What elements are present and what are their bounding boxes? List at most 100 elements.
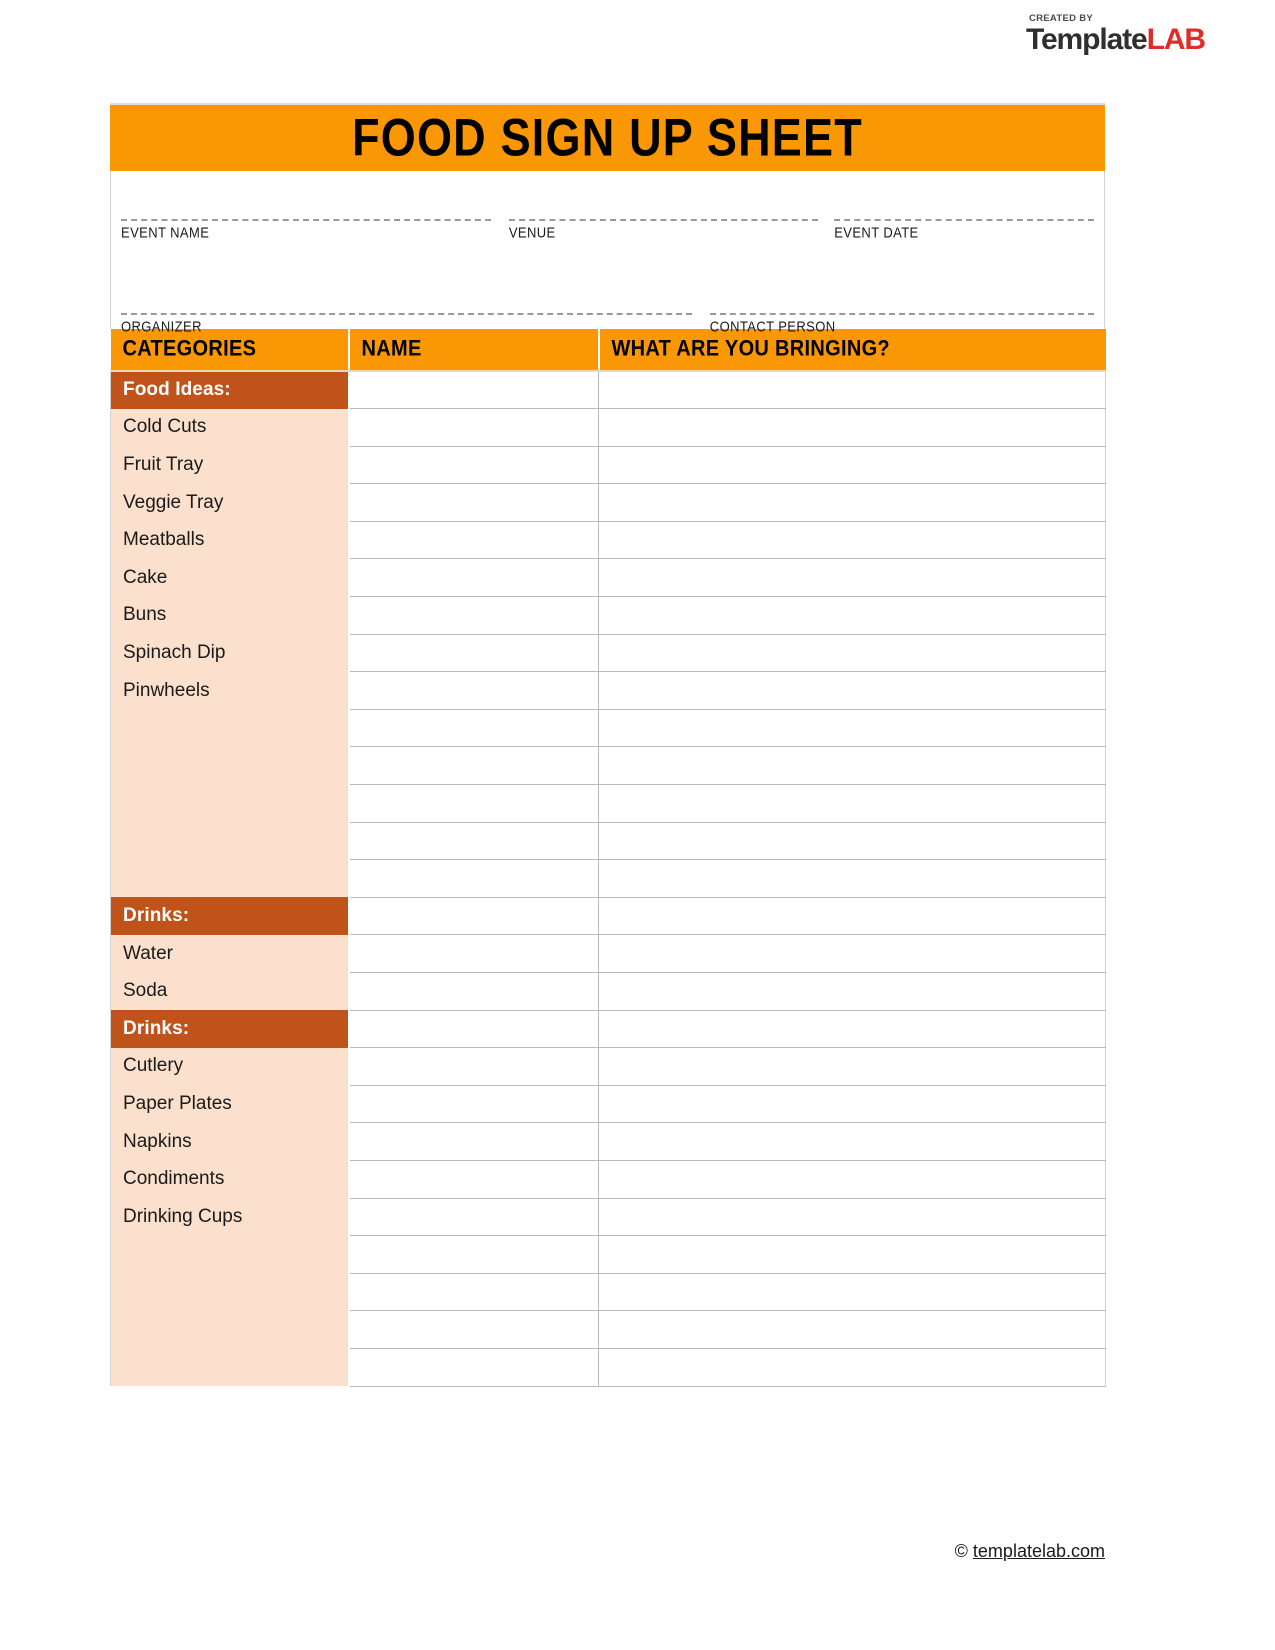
bringing-entry-cell[interactable]	[598, 370, 1106, 410]
name-entry-cell[interactable]	[348, 558, 599, 598]
table-row: Drinks:	[110, 1009, 1106, 1049]
table-row	[110, 784, 1106, 823]
event-name-field[interactable]: EVENT NAME	[121, 199, 491, 243]
table-row	[110, 708, 1106, 748]
bringing-entry-cell[interactable]	[598, 1347, 1106, 1387]
bringing-entry-cell[interactable]	[598, 408, 1106, 447]
templatelab-logo: CREATED BY TemplateLAB	[1025, 14, 1206, 56]
category-item-blank	[110, 859, 350, 898]
name-entry-cell[interactable]	[348, 633, 599, 673]
copyright-symbol: ©	[954, 1541, 968, 1561]
category-item-blank	[110, 709, 350, 747]
logo-lab-text: LAB	[1146, 22, 1206, 56]
name-entry-cell[interactable]	[348, 784, 599, 823]
category-item-blank	[110, 746, 350, 785]
bringing-entry-cell[interactable]	[598, 1159, 1106, 1199]
name-entry-cell[interactable]	[348, 445, 599, 485]
category-item-blank	[110, 1348, 350, 1387]
table-row: Drinking Cups	[110, 1197, 1106, 1237]
column-header-name-label: NAME	[361, 336, 422, 362]
bringing-entry-cell[interactable]	[598, 896, 1106, 936]
bringing-entry-cell[interactable]	[598, 596, 1106, 635]
name-entry-cell[interactable]	[348, 1272, 599, 1312]
category-item: Veggie Tray	[110, 483, 350, 522]
category-section-header: Food Ideas:	[110, 371, 350, 409]
category-item: Condiments	[110, 1160, 350, 1199]
event-date-field[interactable]: EVENT DATE	[834, 199, 1094, 243]
bringing-entry-cell[interactable]	[598, 1310, 1106, 1349]
bringing-entry-cell[interactable]	[598, 633, 1106, 673]
bringing-entry-cell[interactable]	[598, 1197, 1106, 1237]
category-item: Napkins	[110, 1122, 350, 1161]
name-entry-cell[interactable]	[348, 1347, 599, 1387]
name-entry-cell[interactable]	[348, 520, 599, 560]
bringing-entry-cell[interactable]	[598, 558, 1106, 598]
name-entry-cell[interactable]	[348, 821, 599, 861]
bringing-entry-cell[interactable]	[598, 784, 1106, 823]
name-entry-cell[interactable]	[348, 1235, 599, 1274]
bringing-entry-cell[interactable]	[598, 972, 1106, 1011]
table-row	[110, 1235, 1106, 1274]
bringing-entry-cell[interactable]	[598, 934, 1106, 973]
name-entry-cell[interactable]	[348, 671, 599, 710]
table-row: Buns	[110, 596, 1106, 635]
bringing-entry-cell[interactable]	[598, 1122, 1106, 1161]
bringing-entry-cell[interactable]	[598, 746, 1106, 786]
category-item: Buns	[110, 596, 350, 635]
name-entry-cell[interactable]	[348, 1047, 599, 1086]
contact-person-rule	[709, 313, 1094, 315]
category-section-header: Drinks:	[110, 897, 350, 935]
table-row: Paper Plates	[110, 1084, 1106, 1124]
name-entry-cell[interactable]	[348, 896, 599, 936]
bringing-entry-cell[interactable]	[598, 1084, 1106, 1124]
name-entry-cell[interactable]	[348, 1197, 599, 1237]
event-date-rule	[834, 219, 1094, 221]
name-entry-cell[interactable]	[348, 596, 599, 635]
name-entry-cell[interactable]	[348, 408, 599, 447]
bringing-entry-cell[interactable]	[598, 520, 1106, 560]
contact-person-field[interactable]: CONTACT PERSON	[709, 293, 1094, 337]
table-row	[110, 859, 1106, 898]
bringing-entry-cell[interactable]	[598, 445, 1106, 485]
table-row: Cutlery	[110, 1047, 1106, 1086]
name-entry-cell[interactable]	[348, 1159, 599, 1199]
category-item: Paper Plates	[110, 1085, 350, 1123]
bringing-entry-cell[interactable]	[598, 1009, 1106, 1049]
table-body: Food Ideas: Cold Cuts Fruit Tray Veggie Tra…	[110, 370, 1106, 1387]
name-entry-cell[interactable]	[348, 859, 599, 898]
bringing-entry-cell[interactable]	[598, 1047, 1106, 1086]
name-entry-cell[interactable]	[348, 1084, 599, 1124]
name-entry-cell[interactable]	[348, 972, 599, 1011]
document-title-bar: FOOD SIGN UP SHEET	[110, 103, 1105, 171]
name-entry-cell[interactable]	[348, 1009, 599, 1049]
page-title: FOOD SIGN UP SHEET	[352, 107, 863, 168]
bringing-entry-cell[interactable]	[598, 1272, 1106, 1312]
category-item: Water	[110, 934, 350, 973]
name-entry-cell[interactable]	[348, 370, 599, 410]
logo-template-text: Template	[1025, 22, 1148, 56]
venue-label: VENUE	[508, 224, 556, 241]
bringing-entry-cell[interactable]	[598, 483, 1106, 522]
table-row: Condiments	[110, 1159, 1106, 1199]
name-entry-cell[interactable]	[348, 483, 599, 522]
event-info-row-2: ORGANIZER CONTACT PERSON	[121, 293, 1094, 337]
column-header-bringing-label: WHAT ARE YOU BRINGING?	[611, 336, 890, 362]
name-entry-cell[interactable]	[348, 934, 599, 973]
bringing-entry-cell[interactable]	[598, 708, 1106, 748]
bringing-entry-cell[interactable]	[598, 859, 1106, 898]
name-entry-cell[interactable]	[348, 1122, 599, 1161]
event-date-label: EVENT DATE	[834, 224, 919, 241]
column-header-categories-label: CATEGORIES	[122, 336, 257, 362]
bringing-entry-cell[interactable]	[598, 821, 1106, 861]
category-item-blank	[110, 784, 350, 823]
name-entry-cell[interactable]	[348, 746, 599, 786]
organizer-field[interactable]: ORGANIZER	[121, 293, 692, 337]
bringing-entry-cell[interactable]	[598, 1235, 1106, 1274]
name-entry-cell[interactable]	[348, 708, 599, 748]
table-row	[110, 1310, 1106, 1349]
venue-field[interactable]: VENUE	[508, 199, 819, 243]
templatelab-site-link[interactable]: templatelab.com	[973, 1541, 1105, 1561]
bringing-entry-cell[interactable]	[598, 671, 1106, 710]
event-name-label: EVENT NAME	[121, 224, 210, 241]
name-entry-cell[interactable]	[348, 1310, 599, 1349]
